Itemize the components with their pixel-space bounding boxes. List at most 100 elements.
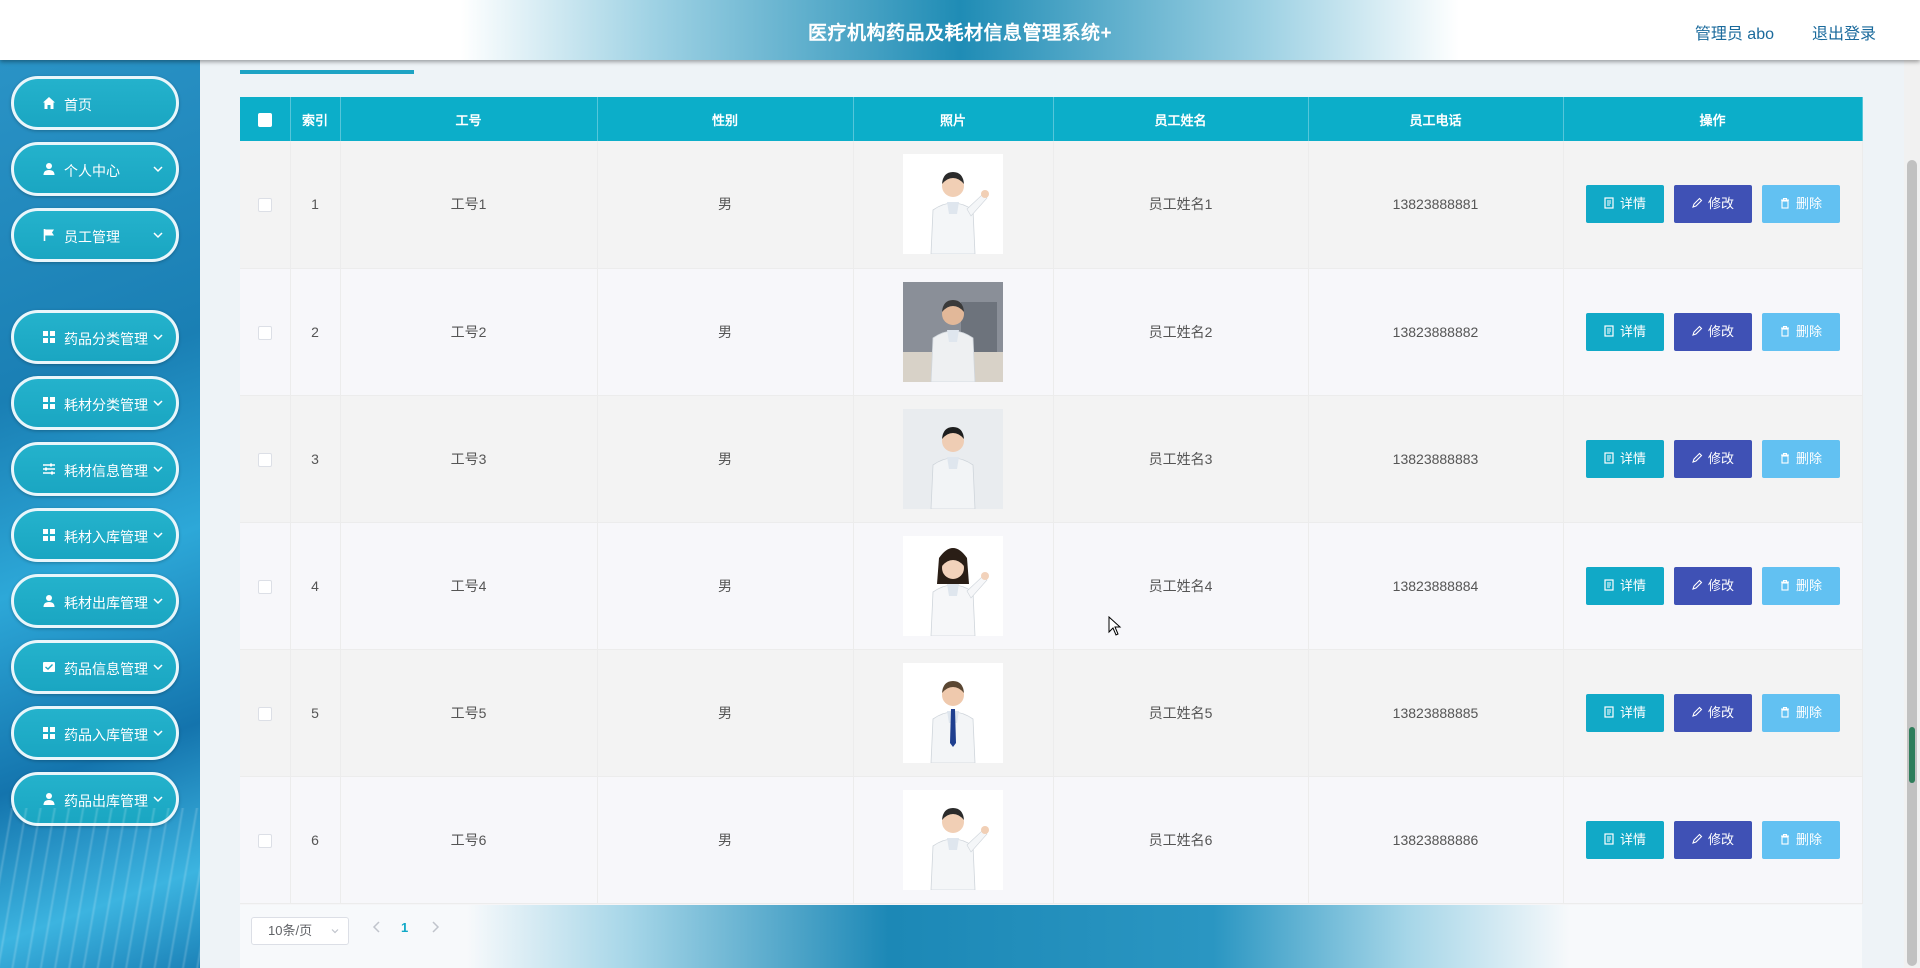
user-icon — [40, 592, 58, 610]
sidebar-item-label: 药品分类管理 — [64, 331, 148, 347]
edit-button-label: 修改 — [1707, 323, 1734, 339]
sidebar-item-drug-outbound[interactable]: 药品出库管理 — [11, 772, 179, 826]
select-all-header[interactable] — [240, 97, 291, 141]
delete-button-label: 删除 — [1795, 323, 1822, 339]
delete-button[interactable]: 删除 — [1761, 185, 1840, 224]
detail-button[interactable]: 详情 — [1585, 439, 1664, 478]
row-select-cell[interactable] — [240, 522, 291, 650]
sidebar-item-label: 耗材信息管理 — [64, 463, 148, 479]
prev-page-icon[interactable] — [371, 920, 383, 934]
edit-button[interactable]: 修改 — [1673, 439, 1752, 478]
sidebar-item-drug-category[interactable]: 药品分类管理 — [11, 310, 179, 364]
cell-index: 1 — [290, 141, 341, 269]
cell-photo — [853, 522, 1054, 650]
row-checkbox[interactable] — [257, 833, 272, 848]
detail-button-label: 详情 — [1619, 323, 1646, 339]
sliders-icon — [40, 460, 58, 478]
sidebar-item-drug-info[interactable]: 药品信息管理 — [11, 640, 179, 694]
row-checkbox[interactable] — [257, 198, 272, 213]
sidebar-item-drug-inbound[interactable]: 药品入库管理 — [11, 706, 179, 760]
staff-photo — [903, 154, 1003, 255]
sidebar-item-label: 药品出库管理 — [64, 793, 148, 809]
chevron-down-icon — [153, 664, 163, 671]
cell-phone: 13823888881 — [1308, 141, 1564, 269]
pencil-icon — [1692, 706, 1703, 717]
sidebar-item-staff-management[interactable]: 员工管理 — [11, 208, 179, 262]
trash-icon — [1780, 706, 1789, 718]
page-scrollbar[interactable] — [1904, 60, 1920, 968]
row-checkbox[interactable] — [257, 706, 272, 721]
detail-button[interactable]: 详情 — [1585, 185, 1664, 224]
grid-icon — [40, 724, 58, 742]
sidebar-item-consumable-outbound[interactable]: 耗材出库管理 — [11, 574, 179, 628]
cell-job-no: 工号2 — [340, 268, 598, 396]
edit-button[interactable]: 修改 — [1673, 820, 1752, 859]
sidebar-item-consumable-info[interactable]: 耗材信息管理 — [11, 442, 179, 496]
edit-button[interactable]: 修改 — [1673, 312, 1752, 351]
pencil-icon — [1692, 833, 1703, 844]
sidebar-item-home[interactable]: 首页 — [11, 76, 179, 130]
cell-photo — [853, 395, 1054, 523]
scrollbar-position-mark — [1909, 727, 1915, 783]
cell-index: 3 — [290, 395, 341, 523]
trash-icon — [1780, 452, 1789, 464]
delete-button[interactable]: 删除 — [1761, 312, 1840, 351]
cell-gender: 男 — [597, 141, 854, 269]
edit-button[interactable]: 修改 — [1673, 693, 1752, 732]
select-all-checkbox[interactable] — [257, 112, 272, 127]
delete-button[interactable]: 删除 — [1761, 820, 1840, 859]
edit-button-label: 修改 — [1707, 450, 1734, 466]
cell-name: 员工姓名6 — [1053, 776, 1309, 904]
page-number-current[interactable]: 1 — [401, 920, 408, 935]
flag-icon — [40, 226, 58, 244]
edit-button-label: 修改 — [1707, 577, 1734, 593]
row-checkbox[interactable] — [257, 579, 272, 594]
document-icon — [1604, 451, 1614, 464]
document-icon — [1604, 324, 1614, 337]
sidebar-item-consumable-inbound[interactable]: 耗材入库管理 — [11, 508, 179, 562]
delete-button[interactable]: 删除 — [1761, 693, 1840, 732]
edit-button[interactable]: 修改 — [1673, 185, 1752, 224]
user-icon — [40, 790, 58, 808]
detail-button[interactable]: 详情 — [1585, 820, 1664, 859]
sidebar-item-consumable-category[interactable]: 耗材分类管理 — [11, 376, 179, 430]
page-size-select[interactable]: 10条/页 — [251, 917, 349, 945]
scrollbar-thumb[interactable] — [1907, 160, 1917, 966]
detail-button[interactable]: 详情 — [1585, 312, 1664, 351]
staff-table-container: 索引 工号 性别 照片 员工姓名 员工电话 操作 1 工号1 男员工姓名1 13823… — [240, 97, 1863, 905]
header-photo: 照片 — [853, 97, 1054, 141]
chevron-down-icon — [331, 929, 339, 934]
edit-button[interactable]: 修改 — [1673, 566, 1752, 605]
delete-button[interactable]: 删除 — [1761, 566, 1840, 605]
sidebar: 首页 个人中心 员工管理 员工 药品分类管理 耗材分类管理 耗材信息管理 — [0, 60, 200, 968]
detail-button[interactable]: 详情 — [1585, 693, 1664, 732]
active-tab-indicator — [240, 70, 414, 74]
cell-index: 2 — [290, 268, 341, 396]
cell-actions: 详情 修改 删除 — [1563, 776, 1863, 904]
row-checkbox[interactable] — [257, 325, 272, 340]
cell-photo — [853, 649, 1054, 777]
sidebar-item-profile[interactable]: 个人中心 — [11, 142, 179, 196]
cell-actions: 详情 修改 删除 — [1563, 649, 1863, 777]
cell-gender: 男 — [597, 649, 854, 777]
row-select-cell[interactable] — [240, 141, 291, 269]
delete-button-label: 删除 — [1795, 577, 1822, 593]
user-icon — [40, 160, 58, 178]
cell-phone: 13823888886 — [1308, 776, 1564, 904]
cell-actions: 详情 修改 删除 — [1563, 522, 1863, 650]
row-select-cell[interactable] — [240, 776, 291, 904]
logout-link[interactable]: 退出登录 — [1812, 20, 1876, 44]
delete-button[interactable]: 删除 — [1761, 439, 1840, 478]
detail-button[interactable]: 详情 — [1585, 566, 1664, 605]
row-checkbox[interactable] — [257, 452, 272, 467]
next-page-icon[interactable] — [429, 920, 441, 934]
row-select-cell[interactable] — [240, 268, 291, 396]
row-select-cell[interactable] — [240, 649, 291, 777]
staff-photo — [903, 535, 1003, 636]
chevron-down-icon — [153, 232, 163, 239]
cell-gender: 男 — [597, 776, 854, 904]
detail-button-label: 详情 — [1619, 577, 1646, 593]
app-title: 医疗机构药品及耗材信息管理系统+ — [807, 23, 1113, 44]
table-header-row: 索引 工号 性别 照片 员工姓名 员工电话 操作 — [240, 97, 1863, 141]
row-select-cell[interactable] — [240, 395, 291, 523]
